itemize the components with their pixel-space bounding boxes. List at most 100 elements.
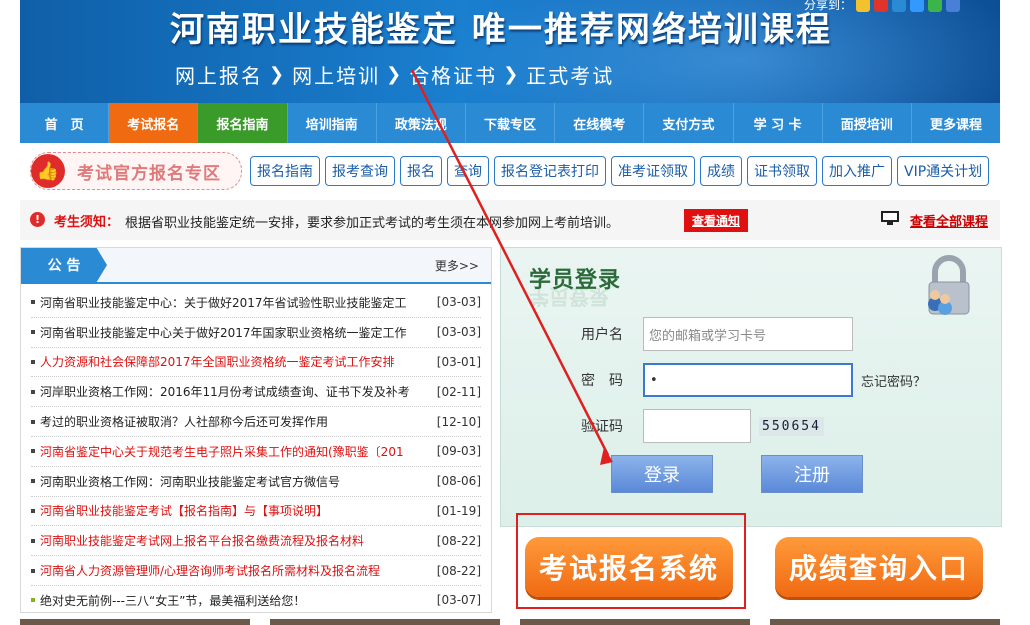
more-share-icon[interactable]: [946, 0, 960, 12]
main-nav: 首 页 考试报名 报名指南 培训指南 政策法规 下载专区 在线模考 支付方式 学…: [20, 103, 1000, 143]
list-item[interactable]: 考过的职业资格证被取消？人社部称今后还可发挥作用 [12-10]: [31, 407, 481, 437]
password-row: 密 码 • 忘记密码？: [581, 363, 926, 397]
username-input[interactable]: 您的邮箱或学习卡号: [643, 317, 853, 351]
renren-share-icon[interactable]: [910, 0, 924, 12]
nav-downloads[interactable]: 下载专区: [466, 103, 556, 143]
list-item-date: [03-03]: [436, 295, 481, 310]
list-item[interactable]: 河南职业技能鉴定考试网上报名平台报名缴费流程及报名材料 [08-22]: [31, 526, 481, 557]
quick-score[interactable]: 成绩: [700, 156, 742, 186]
list-item[interactable]: 河南省职业技能鉴定中心：关于做好2017年省试验性职业技能鉴定工 [03-03]: [31, 288, 481, 318]
announcements-list: 河南省职业技能鉴定中心：关于做好2017年省试验性职业技能鉴定工 [03-03] …: [21, 284, 491, 615]
weibo-share-icon[interactable]: [874, 0, 888, 12]
list-item-date: [03-01]: [436, 354, 481, 369]
quick-query[interactable]: 查询: [447, 156, 489, 186]
list-item-title[interactable]: 考过的职业资格证被取消？人社部称今后还可发挥作用: [40, 413, 429, 430]
step-training: 网上培训: [292, 64, 381, 88]
list-item-title[interactable]: 河南职业资格工作网：河南职业技能鉴定考试官方微信号: [40, 473, 429, 490]
password-label: 密 码: [581, 373, 623, 389]
bullet-icon: [31, 419, 35, 424]
list-item[interactable]: 人力资源和社会保障部2017年全国职业资格统一鉴定考试工作安排 [03-01]: [31, 348, 481, 378]
nav-payment[interactable]: 支付方式: [644, 103, 734, 143]
list-item-title[interactable]: 绝对史无前例---三八“女王”节，最美福利送给您！: [40, 592, 429, 609]
score-query-button[interactable]: 成绩查询入口: [775, 537, 983, 597]
list-item[interactable]: 河南省人力资源管理师/心理咨询师考试报名所需材料及报名流程 [08-22]: [31, 556, 481, 586]
list-item-title[interactable]: 河南省人力资源管理师/心理咨询师考试报名所需材料及报名流程: [40, 562, 429, 579]
list-item-date: [12-10]: [436, 414, 481, 429]
nav-home[interactable]: 首 页: [20, 103, 110, 143]
chevron-right-icon: ❯: [269, 64, 287, 85]
nav-more-courses[interactable]: 更多课程: [912, 103, 1000, 143]
list-item-title[interactable]: 河岸职业资格工作网：2016年11月份考试成绩查询、证书下发及补考: [40, 383, 429, 400]
quick-exam-query[interactable]: 报考查询: [325, 156, 395, 186]
thumbnail[interactable]: [520, 619, 750, 625]
notice-text: 根据省职业技能鉴定统一安排，要求参加正式考试的考生须在本网参加网上考前培训。: [125, 216, 620, 231]
list-item-date: [02-11]: [436, 384, 481, 399]
banner-title: 河南职业技能鉴定 唯一推荐网络培训课程: [170, 10, 832, 50]
notice-label: 考生须知：: [54, 215, 120, 230]
captcha-input[interactable]: [643, 409, 751, 443]
official-signup-zone[interactable]: 👍 考试官方报名专区: [30, 152, 242, 190]
official-signup-label: 考试官方报名专区: [77, 163, 221, 184]
more-link[interactable]: 更多>>: [435, 257, 479, 274]
list-item-title[interactable]: 河南省职业技能鉴定中心关于做好2017年国家职业资格统一鉴定工作: [40, 324, 429, 341]
bullet-icon: [31, 359, 35, 364]
nav-study-card[interactable]: 学 习 卡: [734, 103, 823, 143]
thumbnail[interactable]: [270, 619, 500, 625]
announcements-panel: 公 告 更多>> 河南省职业技能鉴定中心：关于做好2017年省试验性职业技能鉴定…: [20, 247, 492, 613]
quick-signup[interactable]: 报名: [400, 156, 442, 186]
header-banner: 河南职业技能鉴定 唯一推荐网络培训课程 网上报名 ❯ 网上培训 ❯ 合格证书 ❯ 正式…: [20, 0, 1000, 103]
bullet-icon: [31, 300, 35, 305]
nav-signup-guide[interactable]: 报名指南: [198, 103, 288, 143]
list-item-title[interactable]: 人力资源和社会保障部2017年全国职业资格统一鉴定考试工作安排: [40, 353, 429, 370]
nav-mock-exam[interactable]: 在线模考: [555, 103, 645, 143]
captcha-image[interactable]: 550654: [759, 416, 824, 436]
bullet-icon: [31, 598, 35, 603]
announcements-header: 公 告 更多>>: [21, 248, 491, 284]
step-exam: 正式考试: [526, 64, 615, 88]
list-item[interactable]: 河南省职业技能鉴定中心关于做好2017年国家职业资格统一鉴定工作 [03-03]: [31, 318, 481, 348]
step-certificate: 合格证书: [409, 64, 498, 88]
list-item-title[interactable]: 河南省职业技能鉴定考试【报名指南】与【事项说明】: [40, 502, 429, 519]
list-item[interactable]: 河南省职业技能鉴定考试【报名指南】与【事项说明】 [01-19]: [31, 497, 481, 527]
quick-form-print[interactable]: 报名登记表打印: [494, 156, 606, 186]
quick-signup-guide[interactable]: 报名指南: [250, 156, 320, 186]
nav-exam-signup[interactable]: 考试报名: [109, 103, 199, 143]
register-button[interactable]: 注册: [761, 455, 863, 493]
thumbnail[interactable]: [770, 619, 1000, 625]
highlight-box: [516, 513, 746, 609]
list-item-title[interactable]: 河南省职业技能鉴定中心：关于做好2017年省试验性职业技能鉴定工: [40, 294, 429, 311]
list-item[interactable]: 河南职业资格工作网：河南职业技能鉴定考试官方微信号 [08-06]: [31, 467, 481, 497]
view-notice-button[interactable]: 查看通知: [684, 209, 749, 232]
list-item-date: [08-22]: [436, 533, 481, 548]
list-item-title[interactable]: 河南省鉴定中心关于规范考生电子照片采集工作的通知(豫职鉴〔201: [40, 443, 429, 460]
quick-promotion[interactable]: 加入推广: [822, 156, 892, 186]
share-bar: 分享到：: [804, 0, 960, 13]
nav-policy[interactable]: 政策法规: [377, 103, 466, 143]
list-item[interactable]: 绝对史无前例---三八“女王”节，最美福利送给您！ [03-07]: [31, 586, 481, 615]
quick-certificate[interactable]: 证书领取: [747, 156, 817, 186]
nav-classroom[interactable]: 面授培训: [823, 103, 912, 143]
quick-admission-ticket[interactable]: 准考证领取: [611, 156, 695, 186]
list-item-date: [03-03]: [436, 325, 481, 340]
announcements-tab[interactable]: 公 告: [21, 248, 107, 282]
tencent-share-icon[interactable]: [892, 0, 906, 12]
thumbnail[interactable]: [20, 619, 250, 625]
nav-training-guide[interactable]: 培训指南: [288, 103, 377, 143]
wechat-share-icon[interactable]: [928, 0, 942, 12]
username-label: 用户名: [581, 327, 623, 343]
forgot-password-link[interactable]: 忘记密码？: [861, 371, 926, 390]
bullet-icon: [31, 449, 35, 454]
list-item-title[interactable]: 河南职业技能鉴定考试网上报名平台报名缴费流程及报名材料: [40, 532, 429, 549]
step-signup: 网上报名: [175, 64, 263, 88]
quick-vip-plan[interactable]: VIP通关计划: [897, 156, 990, 186]
bullet-icon: [31, 568, 35, 573]
list-item[interactable]: 河岸职业资格工作网：2016年11月份考试成绩查询、证书下发及补考 [02-11]: [31, 377, 481, 408]
password-input[interactable]: •: [643, 363, 853, 397]
qzone-share-icon[interactable]: [856, 0, 870, 12]
thumbs-up-icon: 👍: [31, 154, 65, 188]
login-button[interactable]: 登录: [611, 455, 713, 493]
login-title-reflection: 学员登录: [529, 285, 609, 309]
list-item[interactable]: 河南省鉴定中心关于规范考生电子照片采集工作的通知(豫职鉴〔201 [09-03]: [31, 437, 481, 467]
list-item-date: [08-22]: [436, 563, 481, 578]
view-all-courses-link[interactable]: 查看全部课程: [910, 211, 988, 230]
